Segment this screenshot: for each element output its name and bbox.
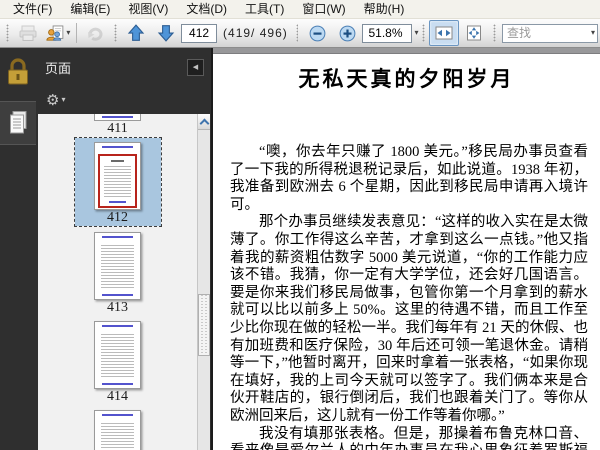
page-thumbnail-413[interactable]	[94, 232, 141, 300]
zoom-out-icon	[309, 25, 326, 41]
thumbnail-footer-rule	[109, 201, 126, 203]
lock-icon	[8, 58, 28, 85]
scroll-up-button[interactable]	[198, 114, 210, 130]
page-thumbnail-414[interactable]	[94, 321, 141, 389]
toolbar-grip[interactable]	[114, 24, 118, 42]
menu-help[interactable]: 帮助(H)	[355, 0, 414, 20]
thumbnail-label: 411	[107, 121, 128, 136]
thumbnail-scrollbar[interactable]	[197, 114, 210, 450]
menu-view[interactable]: 视图(V)	[119, 0, 177, 20]
find-box: ▾	[501, 23, 598, 43]
document-page[interactable]: 无私天真的夕阳岁月 “噢，你去年只赚了 1800 美元。”移民局办事员查看了一下…	[213, 63, 600, 450]
thumbnail-text-lines	[101, 423, 134, 450]
thumbnail-list: 411 412 413 414	[38, 114, 210, 450]
page-thumbnail-415[interactable]	[94, 410, 141, 450]
thumbnail-footer-rule	[102, 116, 133, 118]
pages-icon	[9, 111, 26, 134]
page-thumbnail-411[interactable]	[94, 114, 141, 121]
thumbnail-header-rule	[102, 146, 133, 148]
thumbnail-footer-rule	[102, 383, 133, 385]
search-dropdown-caret[interactable]: ▾	[591, 29, 595, 37]
page-thumbnail[interactable]	[94, 142, 141, 210]
zoom-out-button[interactable]	[302, 20, 332, 46]
thumbnail-label: 414	[107, 389, 128, 404]
fit-width-button[interactable]	[429, 20, 460, 46]
toolbar: ▾ (419/ 496) ▾	[0, 19, 600, 48]
menu-file[interactable]: 文件(F)	[4, 0, 61, 20]
page-number-input[interactable]	[181, 23, 218, 43]
document-paragraph: “噢，你去年只赚了 1800 美元。”移民局办事员查看了一下我的所得税退税记录后…	[230, 144, 588, 213]
document-text: “噢，你去年只赚了 1800 美元。”移民局办事员查看了一下我的所得税退税记录后…	[230, 144, 588, 450]
thumbnail-footer-rule	[102, 294, 133, 296]
send-for-review-button[interactable]	[80, 20, 110, 46]
zoom-dropdown-caret[interactable]: ▾	[414, 29, 418, 37]
caret-down-icon: ▾	[61, 95, 66, 104]
panel-options-button[interactable]: ⚙ ▾	[43, 89, 68, 111]
thumbnail-header-rule	[102, 414, 133, 416]
panel-options-row: ⚙ ▾	[36, 86, 211, 114]
current-view-indicator[interactable]	[98, 154, 137, 208]
security-lock-button[interactable]	[3, 55, 33, 89]
content-area: 页面 ◀ ⚙ ▾ 411 412 413 414 无私天真的夕阳岁月 “噢，你去…	[0, 48, 600, 450]
print-button[interactable]	[13, 20, 43, 46]
arrow-down-icon	[157, 25, 175, 42]
caret-down-icon: ▾	[66, 28, 71, 37]
share-collaborate-icon	[46, 25, 64, 41]
pages-panel-header: 页面 ◀	[36, 48, 211, 86]
pages-panel: 页面 ◀ ⚙ ▾ 411 412 413 414	[36, 48, 213, 450]
print-icon	[19, 25, 37, 41]
page-thumbnail-412-selected[interactable]: 412	[73, 137, 162, 227]
navigation-pane-strip	[0, 48, 36, 450]
zoom-in-icon	[339, 25, 356, 41]
pages-panel-tab[interactable]	[0, 101, 36, 145]
thumbnail-header-rule	[102, 325, 133, 327]
page-count-label: (419/ 496)	[223, 26, 288, 40]
toolbar-separator	[76, 23, 78, 43]
toolbar-grip[interactable]	[493, 24, 496, 42]
toolbar-grip[interactable]	[295, 24, 299, 42]
toolbar-grip[interactable]	[6, 24, 9, 42]
search-input[interactable]	[502, 26, 589, 40]
document-title: 无私天真的夕阳岁月	[298, 67, 515, 91]
zoom-in-button[interactable]	[332, 20, 362, 46]
share-collaborate-button[interactable]: ▾	[43, 20, 74, 46]
document-background	[213, 48, 600, 54]
review-cycle-icon	[87, 27, 103, 41]
thumbnail-label: 412	[107, 210, 128, 225]
menu-document[interactable]: 文档(D)	[177, 0, 236, 20]
previous-page-button[interactable]	[121, 20, 151, 46]
scrollbar-thumb[interactable]	[198, 294, 210, 356]
menu-window[interactable]: 窗口(W)	[293, 0, 354, 20]
thumbnail-title-line	[111, 160, 124, 162]
chevron-up-icon	[199, 118, 209, 128]
thumbnail-text-lines	[104, 166, 131, 198]
document-paragraph: 我没有填那张表格。但是，那操着布鲁克林口音、看来像是爱尔兰人的中年办事员在我心里…	[230, 425, 588, 450]
menu-tools[interactable]: 工具(T)	[236, 0, 293, 20]
thumbnail-text-lines	[101, 334, 134, 379]
menu-edit[interactable]: 编辑(E)	[61, 0, 119, 20]
fit-page-icon	[467, 25, 482, 41]
gear-icon: ⚙	[46, 91, 60, 109]
toolbar-grip[interactable]	[422, 24, 426, 42]
fit-width-icon	[435, 26, 453, 40]
menu-bar: 文件(F) 编辑(E) 视图(V) 文档(D) 工具(T) 窗口(W) 帮助(H…	[0, 0, 600, 19]
arrow-up-icon	[127, 24, 145, 41]
thumbnail-text-lines	[101, 245, 134, 290]
panel-title: 页面	[45, 60, 72, 76]
document-view: 无私天真的夕阳岁月 “噢，你去年只赚了 1800 美元。”移民局办事员查看了一下…	[213, 48, 600, 450]
fit-page-button[interactable]	[459, 20, 489, 46]
zoom-level-input[interactable]	[362, 23, 413, 43]
collapse-panel-button[interactable]: ◀	[187, 58, 204, 76]
thumbnail-header-rule	[102, 236, 133, 238]
next-page-button[interactable]	[151, 20, 181, 46]
document-paragraph: 那个办事员继续发表意见：“这样的收入实在是太微薄了。你工作得这么辛苦，才拿到这么…	[230, 214, 588, 424]
thumbnail-label: 413	[107, 300, 128, 315]
